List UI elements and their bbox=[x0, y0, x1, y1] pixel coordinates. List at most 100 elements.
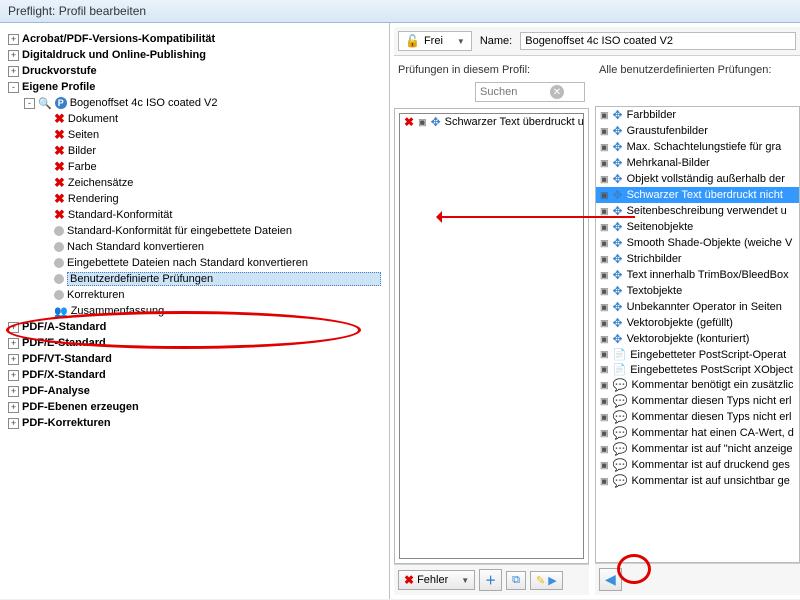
all-check-item[interactable]: ▣✥Objekt vollständig außerhalb der bbox=[596, 171, 799, 187]
tree-row[interactable]: +Druckvorstufe bbox=[6, 63, 383, 79]
search-box[interactable]: ✕ bbox=[475, 82, 585, 102]
tree-row[interactable]: +PDF/A-Standard bbox=[6, 319, 383, 335]
tree-row[interactable]: ✖Rendering bbox=[6, 191, 383, 207]
move-right-button[interactable]: ✎▶ bbox=[530, 571, 563, 590]
tree-row[interactable]: 👥Zusammenfassung bbox=[6, 303, 383, 319]
disabled-icon bbox=[54, 226, 64, 236]
all-check-item[interactable]: ▣✥Mehrkanal-Bilder bbox=[596, 155, 799, 171]
error-label: Fehler bbox=[417, 574, 448, 586]
tree-row[interactable]: +PDF-Analyse bbox=[6, 383, 383, 399]
all-check-item[interactable]: ▣✥Vektorobjekte (gefüllt) bbox=[596, 315, 799, 331]
profile-tree-pane: +Acrobat/PDF-Versions-Kompatibilität+Dig… bbox=[0, 23, 390, 599]
page-icon: 📄 bbox=[613, 348, 627, 361]
move-left-button[interactable]: ◀ bbox=[599, 568, 622, 591]
all-check-item[interactable]: ▣💬Kommentar ist auf druckend ges bbox=[596, 457, 799, 473]
move-icon: ✥ bbox=[613, 156, 623, 170]
tree-row[interactable]: Eingebettete Dateien nach Standard konve… bbox=[6, 255, 383, 271]
all-check-item[interactable]: ▣✥Vektorobjekte (konturiert) bbox=[596, 331, 799, 347]
error-icon: ✖ bbox=[404, 115, 414, 129]
clear-search-icon[interactable]: ✕ bbox=[550, 85, 564, 99]
comment-icon: 💬 bbox=[613, 410, 628, 424]
tree-row[interactable]: Korrekturen bbox=[6, 287, 383, 303]
top-toolbar: 🔓 Frei ▼ Name: bbox=[394, 27, 800, 56]
all-check-item[interactable]: ▣💬Kommentar ist auf "nicht anzeige bbox=[596, 441, 799, 457]
name-label: Name: bbox=[480, 35, 512, 47]
tree-row[interactable]: -Eigene Profile bbox=[6, 79, 383, 95]
tree-row[interactable]: Nach Standard konvertieren bbox=[6, 239, 383, 255]
all-check-item[interactable]: ▣💬Kommentar diesen Typs nicht erl bbox=[596, 409, 799, 425]
move-icon: ✥ bbox=[613, 332, 623, 346]
chevron-down-icon: ▼ bbox=[461, 576, 469, 585]
error-severity-button[interactable]: ✖ Fehler ▼ bbox=[398, 570, 475, 590]
all-check-item[interactable]: ▣✥Unbekannter Operator in Seiten bbox=[596, 299, 799, 315]
all-check-item[interactable]: ▣✥Farbbilder bbox=[596, 107, 799, 123]
all-check-item[interactable]: ▣📄Eingebettetes PostScript XObject bbox=[596, 362, 799, 377]
expand-icon: ▣ bbox=[600, 270, 609, 281]
expand-icon: ▣ bbox=[600, 206, 609, 217]
lock-label: Frei bbox=[424, 35, 443, 47]
all-check-item[interactable]: ▣💬Kommentar ist auf unsichtbar ge bbox=[596, 473, 799, 489]
expand-icon: ▣ bbox=[600, 190, 609, 201]
tree-row[interactable]: +PDF-Korrekturen bbox=[6, 415, 383, 431]
move-icon: ✥ bbox=[613, 252, 623, 266]
tree-row[interactable]: Standard-Konformität für eingebettete Da… bbox=[6, 223, 383, 239]
move-icon: ✥ bbox=[613, 124, 623, 138]
all-check-item[interactable]: ▣✥Textobjekte bbox=[596, 283, 799, 299]
error-icon: ✖ bbox=[54, 207, 65, 223]
tree-row[interactable]: +PDF/VT-Standard bbox=[6, 351, 383, 367]
profile-p-icon: P bbox=[55, 97, 67, 109]
disabled-icon bbox=[54, 290, 64, 300]
move-icon: ✥ bbox=[613, 172, 623, 186]
error-icon: ✖ bbox=[54, 127, 65, 143]
current-check-item[interactable]: ✖▣✥Schwarzer Text überdruckt u bbox=[400, 114, 583, 130]
tree-row[interactable]: ✖Zeichensätze bbox=[6, 175, 383, 191]
expand-icon: ▣ bbox=[600, 444, 609, 455]
all-check-item[interactable]: ▣✥Max. Schachtelungstiefe für gra bbox=[596, 139, 799, 155]
current-checks-title: Prüfungen in diesem Profil: bbox=[394, 62, 589, 80]
tree-row[interactable]: -🔍PBogenoffset 4c ISO coated V2 bbox=[6, 95, 383, 111]
all-check-item[interactable]: ▣📄Eingebetteter PostScript-Operat bbox=[596, 347, 799, 362]
tree-row[interactable]: Benutzerdefinierte Prüfungen bbox=[6, 271, 383, 287]
tree-row[interactable]: ✖Farbe bbox=[6, 159, 383, 175]
expand-icon: ▣ bbox=[600, 302, 609, 313]
tree-row[interactable]: +PDF/E-Standard bbox=[6, 335, 383, 351]
all-check-item[interactable]: ▣✥Smooth Shade-Objekte (weiche V bbox=[596, 235, 799, 251]
expand-icon: ▣ bbox=[600, 460, 609, 471]
lock-dropdown[interactable]: 🔓 Frei ▼ bbox=[398, 31, 472, 51]
tree-row[interactable]: ✖Dokument bbox=[6, 111, 383, 127]
tree-row[interactable]: ✖Bilder bbox=[6, 143, 383, 159]
expand-icon: ▣ bbox=[600, 318, 609, 329]
arrow-left-icon: ◀ bbox=[605, 571, 616, 588]
all-check-item[interactable]: ▣✥Schwarzer Text überdruckt nicht bbox=[596, 187, 799, 203]
all-check-item[interactable]: ▣✥Seitenobjekte bbox=[596, 219, 799, 235]
move-icon: ✥ bbox=[613, 316, 623, 330]
profile-name-input[interactable] bbox=[520, 32, 796, 50]
comment-icon: 💬 bbox=[613, 442, 628, 456]
expand-icon: ▣ bbox=[600, 110, 609, 121]
add-check-button[interactable]: ＋ bbox=[479, 569, 502, 591]
duplicate-check-button[interactable]: ⧉ bbox=[506, 571, 526, 590]
all-check-item[interactable]: ▣✥Seitenbeschreibung verwendet u bbox=[596, 203, 799, 219]
all-check-item[interactable]: ▣✥Text innerhalb TrimBox/BleedBox bbox=[596, 267, 799, 283]
all-check-item[interactable]: ▣💬Kommentar hat einen CA-Wert, d bbox=[596, 425, 799, 441]
move-icon: ✥ bbox=[613, 268, 623, 282]
summary-icon: 👥 bbox=[54, 305, 68, 318]
expand-icon: ▣ bbox=[600, 412, 609, 423]
tree-row[interactable]: +PDF/X-Standard bbox=[6, 367, 383, 383]
expand-icon: ▣ bbox=[600, 428, 609, 439]
tree-row[interactable]: ✖Seiten bbox=[6, 127, 383, 143]
tree-row[interactable]: +Digitaldruck und Online-Publishing bbox=[6, 47, 383, 63]
disabled-icon bbox=[54, 242, 64, 252]
all-check-item[interactable]: ▣💬Kommentar diesen Typs nicht erl bbox=[596, 393, 799, 409]
error-icon: ✖ bbox=[54, 191, 65, 207]
all-check-item[interactable]: ▣💬Kommentar benötigt ein zusätzlic bbox=[596, 377, 799, 393]
search-input[interactable] bbox=[480, 86, 550, 98]
expand-icon: ▣ bbox=[600, 126, 609, 137]
comment-icon: 💬 bbox=[613, 378, 628, 392]
tree-row[interactable]: +PDF-Ebenen erzeugen bbox=[6, 399, 383, 415]
all-check-item[interactable]: ▣✥Graustufenbilder bbox=[596, 123, 799, 139]
tree-row[interactable]: ✖Standard-Konformität bbox=[6, 207, 383, 223]
expand-icon: ▣ bbox=[600, 222, 609, 233]
all-check-item[interactable]: ▣✥Strichbilder bbox=[596, 251, 799, 267]
tree-row[interactable]: +Acrobat/PDF-Versions-Kompatibilität bbox=[6, 31, 383, 47]
